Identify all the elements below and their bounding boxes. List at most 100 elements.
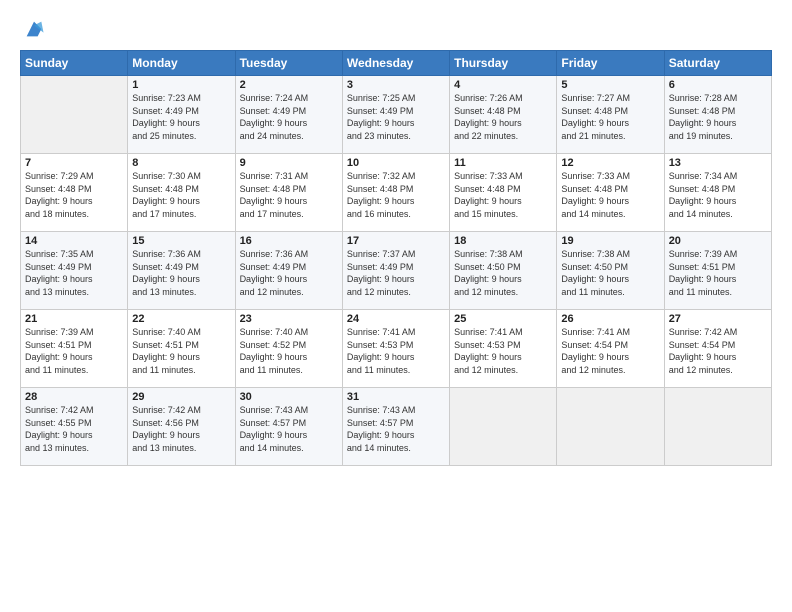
calendar-cell: 13Sunrise: 7:34 AM Sunset: 4:48 PM Dayli…	[664, 154, 771, 232]
day-number: 27	[669, 313, 767, 325]
day-info: Sunrise: 7:38 AM Sunset: 4:50 PM Dayligh…	[454, 248, 552, 298]
calendar-cell: 4Sunrise: 7:26 AM Sunset: 4:48 PM Daylig…	[450, 76, 557, 154]
day-info: Sunrise: 7:36 AM Sunset: 4:49 PM Dayligh…	[240, 248, 338, 298]
day-number: 21	[25, 313, 123, 325]
calendar-cell: 23Sunrise: 7:40 AM Sunset: 4:52 PM Dayli…	[235, 310, 342, 388]
day-number: 11	[454, 157, 552, 169]
day-number: 12	[561, 157, 659, 169]
weekday-tuesday: Tuesday	[235, 51, 342, 76]
day-info: Sunrise: 7:43 AM Sunset: 4:57 PM Dayligh…	[240, 404, 338, 454]
day-info: Sunrise: 7:33 AM Sunset: 4:48 PM Dayligh…	[454, 170, 552, 220]
day-info: Sunrise: 7:32 AM Sunset: 4:48 PM Dayligh…	[347, 170, 445, 220]
day-info: Sunrise: 7:33 AM Sunset: 4:48 PM Dayligh…	[561, 170, 659, 220]
day-info: Sunrise: 7:43 AM Sunset: 4:57 PM Dayligh…	[347, 404, 445, 454]
calendar-cell: 10Sunrise: 7:32 AM Sunset: 4:48 PM Dayli…	[342, 154, 449, 232]
day-number: 30	[240, 391, 338, 403]
weekday-sunday: Sunday	[21, 51, 128, 76]
day-number: 6	[669, 79, 767, 91]
calendar-cell: 12Sunrise: 7:33 AM Sunset: 4:48 PM Dayli…	[557, 154, 664, 232]
day-info: Sunrise: 7:24 AM Sunset: 4:49 PM Dayligh…	[240, 92, 338, 142]
day-info: Sunrise: 7:42 AM Sunset: 4:54 PM Dayligh…	[669, 326, 767, 376]
calendar-cell: 25Sunrise: 7:41 AM Sunset: 4:53 PM Dayli…	[450, 310, 557, 388]
calendar-cell: 8Sunrise: 7:30 AM Sunset: 4:48 PM Daylig…	[128, 154, 235, 232]
calendar-cell: 2Sunrise: 7:24 AM Sunset: 4:49 PM Daylig…	[235, 76, 342, 154]
calendar-cell: 26Sunrise: 7:41 AM Sunset: 4:54 PM Dayli…	[557, 310, 664, 388]
day-number: 31	[347, 391, 445, 403]
day-number: 1	[132, 79, 230, 91]
calendar-cell: 14Sunrise: 7:35 AM Sunset: 4:49 PM Dayli…	[21, 232, 128, 310]
day-info: Sunrise: 7:38 AM Sunset: 4:50 PM Dayligh…	[561, 248, 659, 298]
weekday-header-row: SundayMondayTuesdayWednesdayThursdayFrid…	[21, 51, 772, 76]
calendar-cell: 22Sunrise: 7:40 AM Sunset: 4:51 PM Dayli…	[128, 310, 235, 388]
calendar-cell	[557, 388, 664, 466]
calendar-cell: 11Sunrise: 7:33 AM Sunset: 4:48 PM Dayli…	[450, 154, 557, 232]
day-number: 26	[561, 313, 659, 325]
calendar-cell: 6Sunrise: 7:28 AM Sunset: 4:48 PM Daylig…	[664, 76, 771, 154]
calendar-cell: 27Sunrise: 7:42 AM Sunset: 4:54 PM Dayli…	[664, 310, 771, 388]
day-number: 22	[132, 313, 230, 325]
day-info: Sunrise: 7:34 AM Sunset: 4:48 PM Dayligh…	[669, 170, 767, 220]
day-info: Sunrise: 7:39 AM Sunset: 4:51 PM Dayligh…	[25, 326, 123, 376]
day-info: Sunrise: 7:25 AM Sunset: 4:49 PM Dayligh…	[347, 92, 445, 142]
logo-icon	[23, 18, 45, 40]
day-info: Sunrise: 7:42 AM Sunset: 4:55 PM Dayligh…	[25, 404, 123, 454]
day-info: Sunrise: 7:29 AM Sunset: 4:48 PM Dayligh…	[25, 170, 123, 220]
calendar-cell: 31Sunrise: 7:43 AM Sunset: 4:57 PM Dayli…	[342, 388, 449, 466]
day-number: 5	[561, 79, 659, 91]
day-info: Sunrise: 7:39 AM Sunset: 4:51 PM Dayligh…	[669, 248, 767, 298]
calendar-cell: 30Sunrise: 7:43 AM Sunset: 4:57 PM Dayli…	[235, 388, 342, 466]
calendar-cell: 5Sunrise: 7:27 AM Sunset: 4:48 PM Daylig…	[557, 76, 664, 154]
calendar-cell: 28Sunrise: 7:42 AM Sunset: 4:55 PM Dayli…	[21, 388, 128, 466]
day-number: 9	[240, 157, 338, 169]
day-number: 23	[240, 313, 338, 325]
day-number: 7	[25, 157, 123, 169]
day-number: 13	[669, 157, 767, 169]
day-number: 4	[454, 79, 552, 91]
day-number: 16	[240, 235, 338, 247]
calendar-cell: 3Sunrise: 7:25 AM Sunset: 4:49 PM Daylig…	[342, 76, 449, 154]
calendar-cell	[664, 388, 771, 466]
day-number: 3	[347, 79, 445, 91]
calendar-cell: 17Sunrise: 7:37 AM Sunset: 4:49 PM Dayli…	[342, 232, 449, 310]
day-info: Sunrise: 7:35 AM Sunset: 4:49 PM Dayligh…	[25, 248, 123, 298]
calendar-week-2: 7Sunrise: 7:29 AM Sunset: 4:48 PM Daylig…	[21, 154, 772, 232]
day-number: 10	[347, 157, 445, 169]
calendar-cell	[450, 388, 557, 466]
weekday-wednesday: Wednesday	[342, 51, 449, 76]
calendar-body: 1Sunrise: 7:23 AM Sunset: 4:49 PM Daylig…	[21, 76, 772, 466]
calendar-cell	[21, 76, 128, 154]
day-info: Sunrise: 7:41 AM Sunset: 4:53 PM Dayligh…	[454, 326, 552, 376]
day-number: 24	[347, 313, 445, 325]
day-number: 18	[454, 235, 552, 247]
calendar-cell: 29Sunrise: 7:42 AM Sunset: 4:56 PM Dayli…	[128, 388, 235, 466]
calendar-cell: 24Sunrise: 7:41 AM Sunset: 4:53 PM Dayli…	[342, 310, 449, 388]
weekday-saturday: Saturday	[664, 51, 771, 76]
day-number: 17	[347, 235, 445, 247]
calendar-cell: 9Sunrise: 7:31 AM Sunset: 4:48 PM Daylig…	[235, 154, 342, 232]
calendar-week-1: 1Sunrise: 7:23 AM Sunset: 4:49 PM Daylig…	[21, 76, 772, 154]
calendar-cell: 1Sunrise: 7:23 AM Sunset: 4:49 PM Daylig…	[128, 76, 235, 154]
calendar-cell: 20Sunrise: 7:39 AM Sunset: 4:51 PM Dayli…	[664, 232, 771, 310]
weekday-friday: Friday	[557, 51, 664, 76]
calendar-cell: 16Sunrise: 7:36 AM Sunset: 4:49 PM Dayli…	[235, 232, 342, 310]
day-info: Sunrise: 7:27 AM Sunset: 4:48 PM Dayligh…	[561, 92, 659, 142]
day-info: Sunrise: 7:31 AM Sunset: 4:48 PM Dayligh…	[240, 170, 338, 220]
calendar-cell: 18Sunrise: 7:38 AM Sunset: 4:50 PM Dayli…	[450, 232, 557, 310]
day-number: 25	[454, 313, 552, 325]
calendar-cell: 21Sunrise: 7:39 AM Sunset: 4:51 PM Dayli…	[21, 310, 128, 388]
day-info: Sunrise: 7:30 AM Sunset: 4:48 PM Dayligh…	[132, 170, 230, 220]
weekday-monday: Monday	[128, 51, 235, 76]
day-number: 28	[25, 391, 123, 403]
page-header	[20, 18, 772, 40]
logo	[20, 18, 45, 40]
day-number: 19	[561, 235, 659, 247]
day-info: Sunrise: 7:23 AM Sunset: 4:49 PM Dayligh…	[132, 92, 230, 142]
calendar-week-5: 28Sunrise: 7:42 AM Sunset: 4:55 PM Dayli…	[21, 388, 772, 466]
day-info: Sunrise: 7:41 AM Sunset: 4:54 PM Dayligh…	[561, 326, 659, 376]
day-info: Sunrise: 7:41 AM Sunset: 4:53 PM Dayligh…	[347, 326, 445, 376]
calendar-week-4: 21Sunrise: 7:39 AM Sunset: 4:51 PM Dayli…	[21, 310, 772, 388]
day-info: Sunrise: 7:36 AM Sunset: 4:49 PM Dayligh…	[132, 248, 230, 298]
day-info: Sunrise: 7:26 AM Sunset: 4:48 PM Dayligh…	[454, 92, 552, 142]
day-number: 2	[240, 79, 338, 91]
day-info: Sunrise: 7:40 AM Sunset: 4:52 PM Dayligh…	[240, 326, 338, 376]
